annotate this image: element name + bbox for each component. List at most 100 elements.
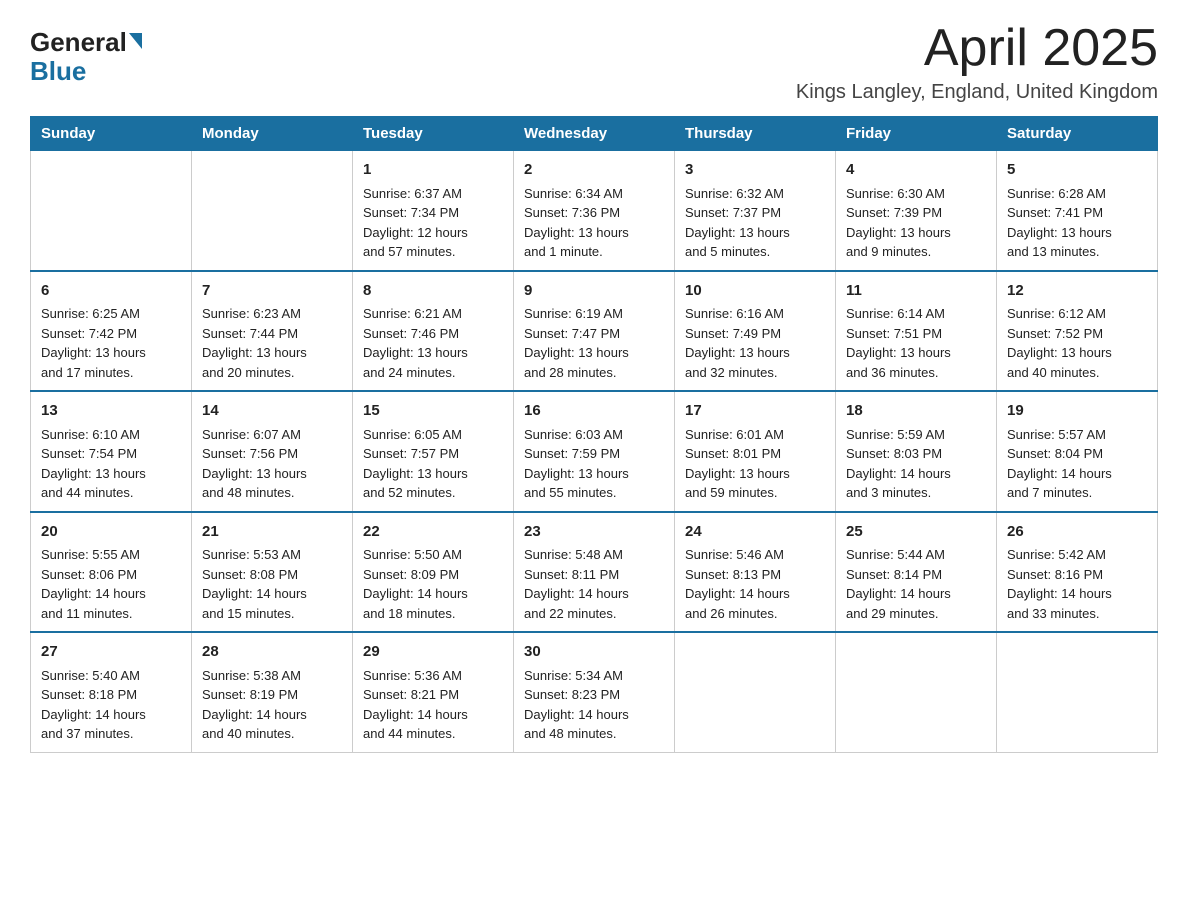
day-number: 13 [41, 400, 181, 423]
day-info: Sunrise: 5:46 AM Sunset: 8:13 PM Dayligh… [685, 545, 825, 623]
calendar-cell: 14Sunrise: 6:07 AM Sunset: 7:56 PM Dayli… [192, 391, 353, 512]
day-number: 20 [41, 521, 181, 544]
day-info: Sunrise: 6:23 AM Sunset: 7:44 PM Dayligh… [202, 304, 342, 382]
day-info: Sunrise: 6:14 AM Sunset: 7:51 PM Dayligh… [846, 304, 986, 382]
day-info: Sunrise: 5:55 AM Sunset: 8:06 PM Dayligh… [41, 545, 181, 623]
day-info: Sunrise: 5:50 AM Sunset: 8:09 PM Dayligh… [363, 545, 503, 623]
day-info: Sunrise: 5:34 AM Sunset: 8:23 PM Dayligh… [524, 666, 664, 744]
day-info: Sunrise: 5:59 AM Sunset: 8:03 PM Dayligh… [846, 425, 986, 503]
title-block: April 2025 Kings Langley, England, Unite… [796, 20, 1158, 104]
day-number: 12 [1007, 280, 1147, 303]
day-info: Sunrise: 6:25 AM Sunset: 7:42 PM Dayligh… [41, 304, 181, 382]
logo-general: General [30, 28, 142, 57]
calendar-cell: 8Sunrise: 6:21 AM Sunset: 7:46 PM Daylig… [353, 271, 514, 392]
calendar-cell [997, 632, 1158, 752]
calendar-cell: 11Sunrise: 6:14 AM Sunset: 7:51 PM Dayli… [836, 271, 997, 392]
calendar-week-row: 20Sunrise: 5:55 AM Sunset: 8:06 PM Dayli… [31, 512, 1158, 633]
calendar-title: April 2025 [796, 20, 1158, 77]
day-number: 27 [41, 641, 181, 664]
calendar-cell: 5Sunrise: 6:28 AM Sunset: 7:41 PM Daylig… [997, 151, 1158, 271]
calendar-cell: 7Sunrise: 6:23 AM Sunset: 7:44 PM Daylig… [192, 271, 353, 392]
day-number: 28 [202, 641, 342, 664]
calendar-cell [675, 632, 836, 752]
day-number: 1 [363, 159, 503, 182]
calendar-cell: 19Sunrise: 5:57 AM Sunset: 8:04 PM Dayli… [997, 391, 1158, 512]
column-header-sunday: Sunday [31, 117, 192, 151]
column-header-tuesday: Tuesday [353, 117, 514, 151]
day-info: Sunrise: 6:34 AM Sunset: 7:36 PM Dayligh… [524, 184, 664, 262]
day-number: 2 [524, 159, 664, 182]
logo: General Blue [30, 28, 142, 85]
calendar-cell [192, 151, 353, 271]
day-info: Sunrise: 5:53 AM Sunset: 8:08 PM Dayligh… [202, 545, 342, 623]
day-info: Sunrise: 6:05 AM Sunset: 7:57 PM Dayligh… [363, 425, 503, 503]
day-info: Sunrise: 5:57 AM Sunset: 8:04 PM Dayligh… [1007, 425, 1147, 503]
day-info: Sunrise: 6:37 AM Sunset: 7:34 PM Dayligh… [363, 184, 503, 262]
day-info: Sunrise: 6:16 AM Sunset: 7:49 PM Dayligh… [685, 304, 825, 382]
day-number: 29 [363, 641, 503, 664]
day-number: 16 [524, 400, 664, 423]
column-header-friday: Friday [836, 117, 997, 151]
page-header: General Blue April 2025 Kings Langley, E… [30, 20, 1158, 104]
column-header-wednesday: Wednesday [514, 117, 675, 151]
calendar-cell: 2Sunrise: 6:34 AM Sunset: 7:36 PM Daylig… [514, 151, 675, 271]
day-number: 5 [1007, 159, 1147, 182]
logo-blue-text: Blue [30, 57, 86, 86]
day-info: Sunrise: 6:30 AM Sunset: 7:39 PM Dayligh… [846, 184, 986, 262]
day-number: 21 [202, 521, 342, 544]
day-number: 14 [202, 400, 342, 423]
calendar-subtitle: Kings Langley, England, United Kingdom [796, 81, 1158, 104]
calendar-week-row: 27Sunrise: 5:40 AM Sunset: 8:18 PM Dayli… [31, 632, 1158, 752]
day-info: Sunrise: 6:10 AM Sunset: 7:54 PM Dayligh… [41, 425, 181, 503]
calendar-cell: 28Sunrise: 5:38 AM Sunset: 8:19 PM Dayli… [192, 632, 353, 752]
calendar-cell: 4Sunrise: 6:30 AM Sunset: 7:39 PM Daylig… [836, 151, 997, 271]
calendar-cell: 18Sunrise: 5:59 AM Sunset: 8:03 PM Dayli… [836, 391, 997, 512]
calendar-cell: 17Sunrise: 6:01 AM Sunset: 8:01 PM Dayli… [675, 391, 836, 512]
day-number: 23 [524, 521, 664, 544]
calendar-cell: 23Sunrise: 5:48 AM Sunset: 8:11 PM Dayli… [514, 512, 675, 633]
calendar-cell: 29Sunrise: 5:36 AM Sunset: 8:21 PM Dayli… [353, 632, 514, 752]
calendar-cell: 15Sunrise: 6:05 AM Sunset: 7:57 PM Dayli… [353, 391, 514, 512]
calendar-cell: 20Sunrise: 5:55 AM Sunset: 8:06 PM Dayli… [31, 512, 192, 633]
calendar-week-row: 6Sunrise: 6:25 AM Sunset: 7:42 PM Daylig… [31, 271, 1158, 392]
day-info: Sunrise: 5:44 AM Sunset: 8:14 PM Dayligh… [846, 545, 986, 623]
calendar-cell: 16Sunrise: 6:03 AM Sunset: 7:59 PM Dayli… [514, 391, 675, 512]
day-number: 22 [363, 521, 503, 544]
column-header-monday: Monday [192, 117, 353, 151]
day-number: 4 [846, 159, 986, 182]
day-number: 18 [846, 400, 986, 423]
calendar-week-row: 1Sunrise: 6:37 AM Sunset: 7:34 PM Daylig… [31, 151, 1158, 271]
day-info: Sunrise: 6:03 AM Sunset: 7:59 PM Dayligh… [524, 425, 664, 503]
calendar-cell: 30Sunrise: 5:34 AM Sunset: 8:23 PM Dayli… [514, 632, 675, 752]
day-info: Sunrise: 6:12 AM Sunset: 7:52 PM Dayligh… [1007, 304, 1147, 382]
day-number: 3 [685, 159, 825, 182]
calendar-cell [31, 151, 192, 271]
calendar-cell: 26Sunrise: 5:42 AM Sunset: 8:16 PM Dayli… [997, 512, 1158, 633]
day-number: 19 [1007, 400, 1147, 423]
logo-arrow-icon [129, 33, 142, 49]
calendar-cell: 13Sunrise: 6:10 AM Sunset: 7:54 PM Dayli… [31, 391, 192, 512]
calendar-cell: 3Sunrise: 6:32 AM Sunset: 7:37 PM Daylig… [675, 151, 836, 271]
day-number: 8 [363, 280, 503, 303]
calendar-table: SundayMondayTuesdayWednesdayThursdayFrid… [30, 116, 1158, 753]
day-number: 15 [363, 400, 503, 423]
day-info: Sunrise: 6:19 AM Sunset: 7:47 PM Dayligh… [524, 304, 664, 382]
logo-general-text: General [30, 28, 127, 57]
calendar-cell [836, 632, 997, 752]
day-number: 25 [846, 521, 986, 544]
calendar-cell: 27Sunrise: 5:40 AM Sunset: 8:18 PM Dayli… [31, 632, 192, 752]
day-info: Sunrise: 6:32 AM Sunset: 7:37 PM Dayligh… [685, 184, 825, 262]
calendar-cell: 22Sunrise: 5:50 AM Sunset: 8:09 PM Dayli… [353, 512, 514, 633]
day-number: 11 [846, 280, 986, 303]
calendar-cell: 21Sunrise: 5:53 AM Sunset: 8:08 PM Dayli… [192, 512, 353, 633]
day-number: 24 [685, 521, 825, 544]
day-info: Sunrise: 5:38 AM Sunset: 8:19 PM Dayligh… [202, 666, 342, 744]
day-number: 7 [202, 280, 342, 303]
calendar-cell: 10Sunrise: 6:16 AM Sunset: 7:49 PM Dayli… [675, 271, 836, 392]
calendar-cell: 1Sunrise: 6:37 AM Sunset: 7:34 PM Daylig… [353, 151, 514, 271]
calendar-cell: 6Sunrise: 6:25 AM Sunset: 7:42 PM Daylig… [31, 271, 192, 392]
calendar-header-row: SundayMondayTuesdayWednesdayThursdayFrid… [31, 117, 1158, 151]
calendar-week-row: 13Sunrise: 6:10 AM Sunset: 7:54 PM Dayli… [31, 391, 1158, 512]
day-info: Sunrise: 6:07 AM Sunset: 7:56 PM Dayligh… [202, 425, 342, 503]
day-number: 30 [524, 641, 664, 664]
